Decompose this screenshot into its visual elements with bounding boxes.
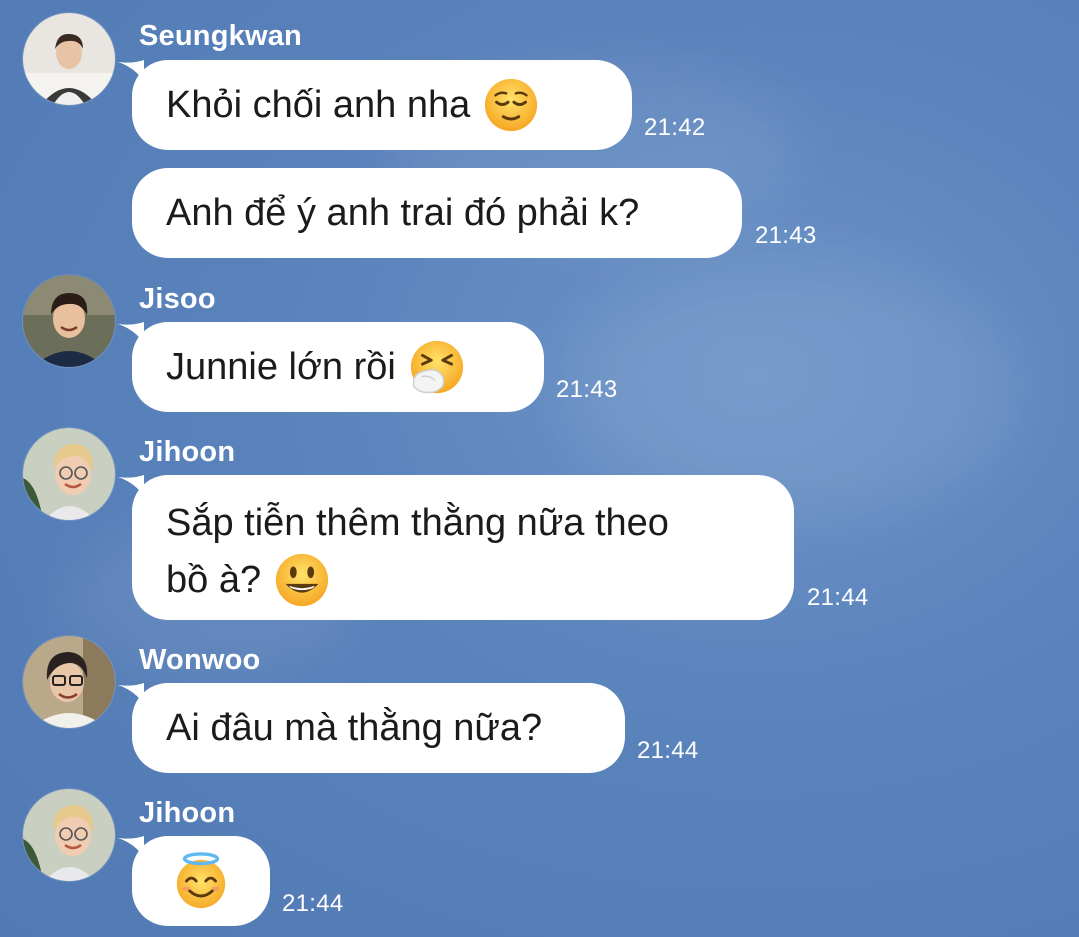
avatar-seungkwan-image (23, 13, 115, 105)
message-bubble[interactable]: Anh để ý anh trai đó phải k? (132, 168, 742, 258)
sender-name: Seungkwan (139, 20, 302, 52)
avatar-wonwoo[interactable] (23, 636, 115, 728)
message-text: Khỏi chối anh nha (166, 84, 471, 126)
avatar-jihoon-image (23, 789, 115, 881)
sneezing-face-icon (408, 338, 466, 396)
message-text: bồ à? (166, 559, 262, 601)
message-time: 21:43 (755, 222, 817, 249)
avatar-wonwoo-image (23, 636, 115, 728)
relieved-face-icon (482, 76, 540, 134)
avatar-jisoo[interactable] (23, 275, 115, 367)
avatar-jihoon[interactable] (23, 428, 115, 520)
message-text: Ai đâu mà thằng nữa? (166, 707, 543, 749)
avatar-seungkwan[interactable] (23, 13, 115, 105)
message-bubble[interactable]: Ai đâu mà thằng nữa? (132, 683, 625, 773)
message-time: 21:44 (282, 890, 344, 917)
avatar-jihoon[interactable] (23, 789, 115, 881)
sender-name: Jihoon (139, 436, 236, 468)
message-text: Anh để ý anh trai đó phải k? (166, 192, 640, 234)
sender-name: Jihoon (139, 797, 236, 829)
message-time: 21:42 (644, 114, 706, 141)
message-bubble[interactable] (132, 836, 270, 926)
sender-name: Wonwoo (139, 644, 261, 676)
message-text-line: bồ à? (166, 551, 760, 609)
avatar-jihoon-image (23, 428, 115, 520)
avatar-jisoo-image (23, 275, 115, 367)
smiling-face-with-halo-icon (172, 852, 230, 910)
message-bubble[interactable]: Sắp tiễn thêm thằng nữa theo bồ à? (132, 475, 794, 620)
message-text-line: Sắp tiễn thêm thằng nữa theo (166, 502, 669, 544)
sender-name: Jisoo (139, 283, 216, 315)
message-time: 21:44 (637, 737, 699, 764)
message-time: 21:43 (556, 376, 618, 403)
message-time: 21:44 (807, 584, 869, 611)
message-text: Junnie lớn rồi (166, 346, 396, 388)
message-bubble[interactable]: Junnie lớn rồi (132, 322, 544, 412)
grinning-face-icon (273, 551, 331, 609)
message-bubble[interactable]: Khỏi chối anh nha (132, 60, 632, 150)
